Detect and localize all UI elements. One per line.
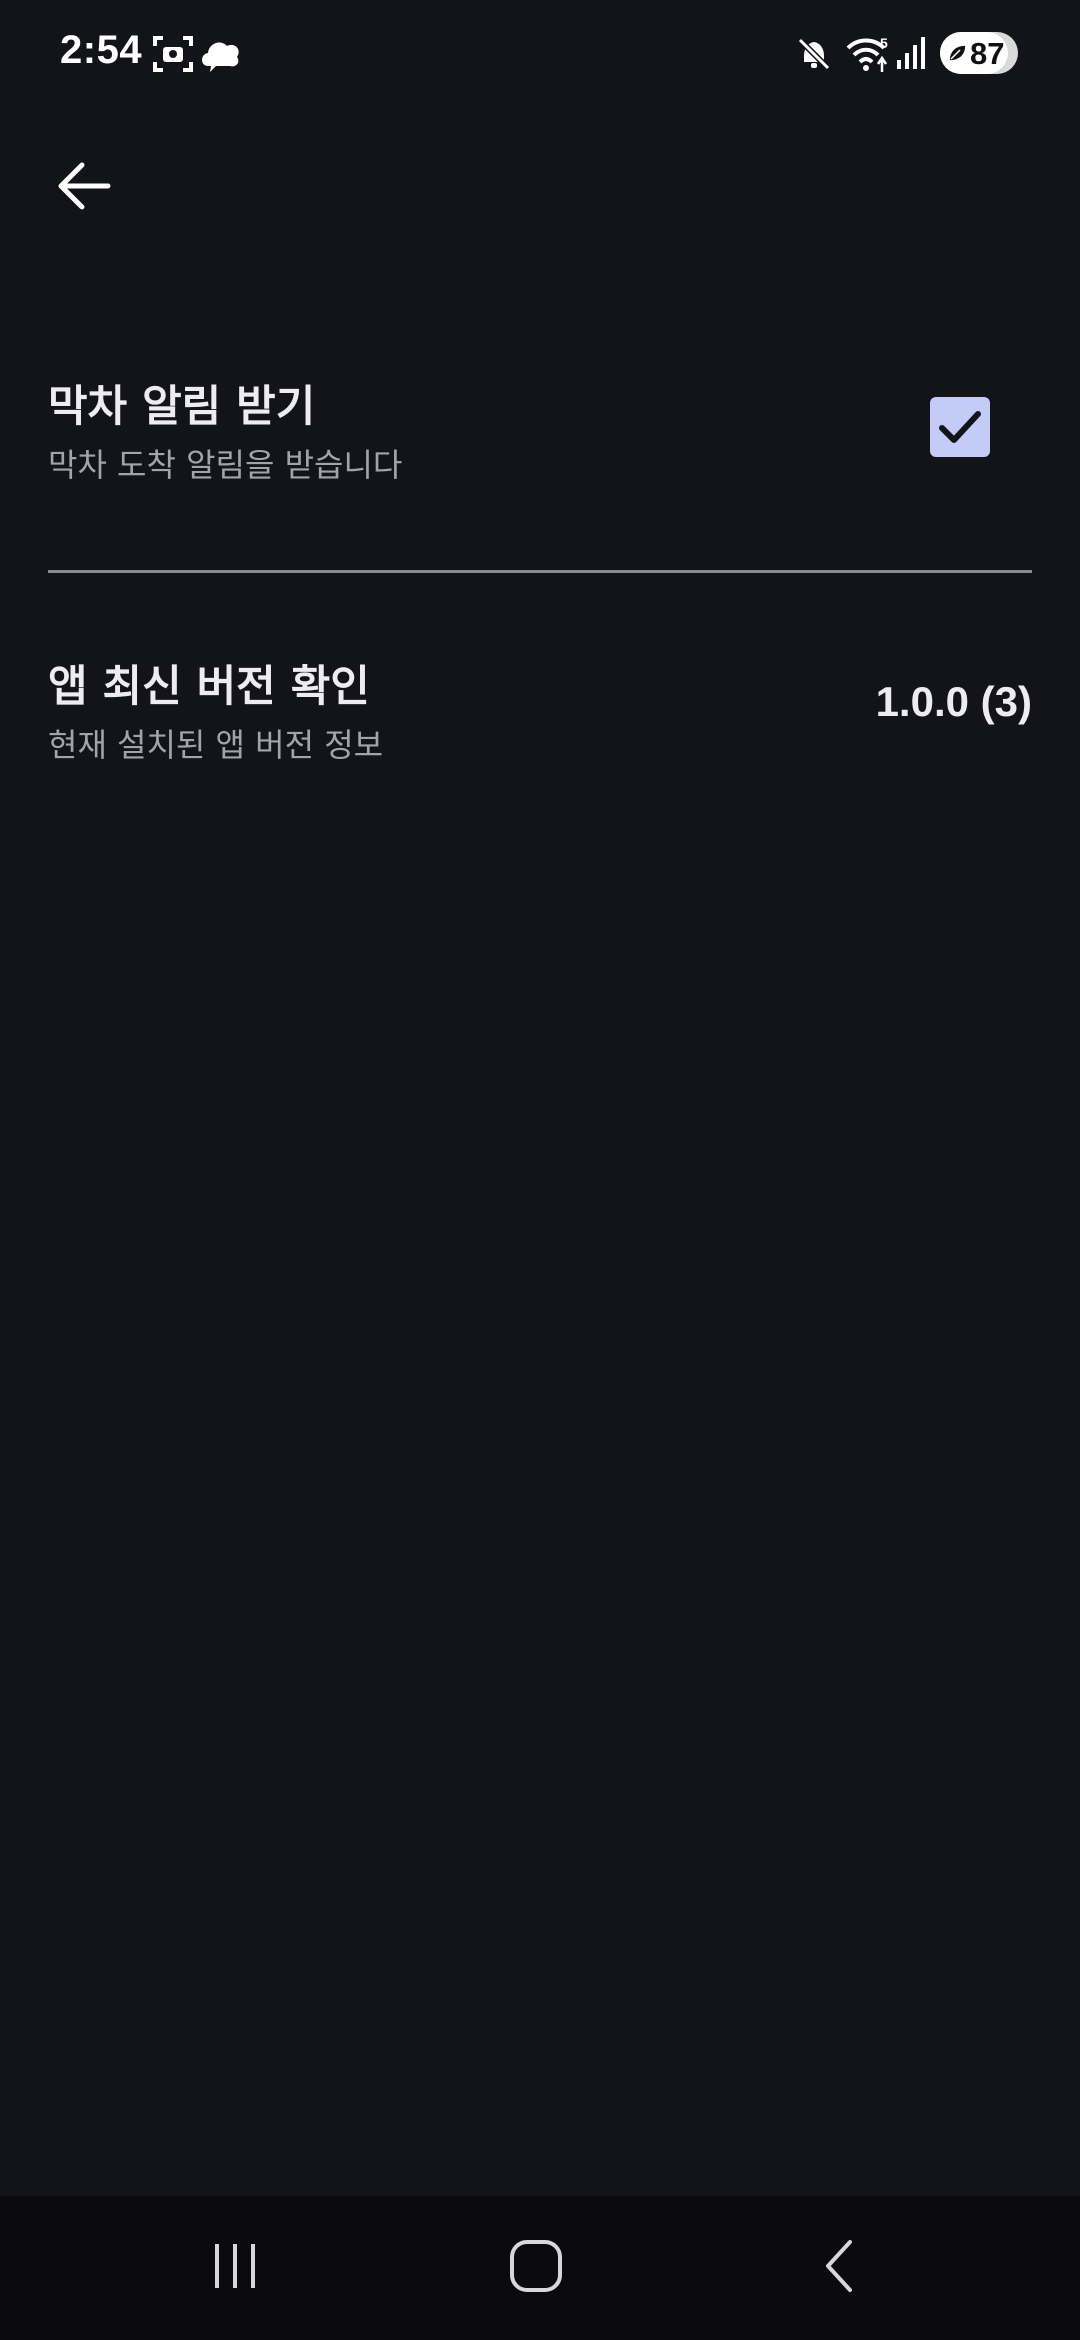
cloud-icon <box>202 42 239 72</box>
back-button[interactable] <box>48 150 120 222</box>
home-icon <box>510 2240 562 2292</box>
version-title: 앱 최신 버전 확인 <box>48 662 370 712</box>
signal-icon <box>897 37 925 69</box>
leaf-icon <box>948 44 967 62</box>
system-back-button[interactable] <box>780 2226 900 2306</box>
mute-icon <box>797 37 831 71</box>
checkmark-icon <box>939 411 981 443</box>
arrow-left-icon <box>58 162 111 210</box>
back-icon <box>826 2240 852 2292</box>
battery-level: 87 <box>970 36 1005 71</box>
screenshot-icon <box>153 36 193 72</box>
wifi-icon: 5 <box>846 35 888 72</box>
recent-apps-button[interactable] <box>175 2226 295 2306</box>
divider <box>48 570 1032 573</box>
home-button[interactable] <box>476 2226 596 2306</box>
status-bar: 2:54 5 87 <box>0 0 1080 110</box>
version-value: 1.0.0 (3) <box>875 678 1032 725</box>
battery-icon: 87 <box>940 32 1018 74</box>
version-subtitle: 현재 설치된 앱 버전 정보 <box>48 726 384 764</box>
network-label: 5 <box>880 35 888 51</box>
notification-checkbox[interactable] <box>930 397 990 457</box>
notification-subtitle: 막차 도착 알림을 받습니다 <box>48 446 403 484</box>
status-time: 2:54 <box>60 28 143 72</box>
recent-apps-icon <box>215 2244 255 2288</box>
notification-title: 막차 알림 받기 <box>48 382 316 432</box>
